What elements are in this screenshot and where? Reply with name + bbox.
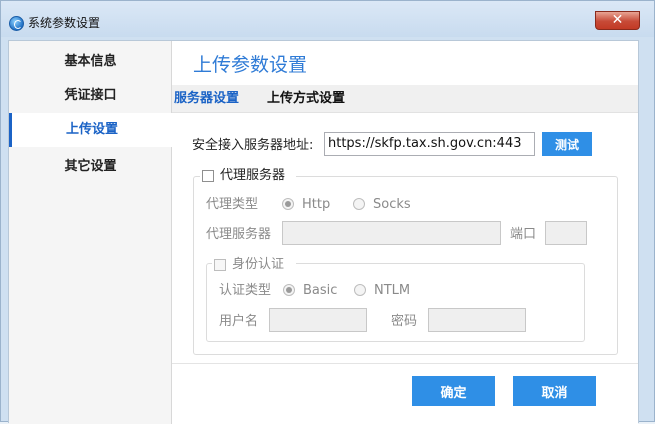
dialog-footer: 确定 取消 <box>172 363 638 424</box>
sidebar-item-voucher-interface[interactable]: 凭证接口 <box>9 79 172 113</box>
sidebar-item-other-settings[interactable]: 其它设置 <box>9 150 172 184</box>
window-title: 系统参数设置 <box>28 16 101 30</box>
auth-basic-label: Basic <box>303 283 338 298</box>
proxy-label: 代理服务器 <box>220 168 286 183</box>
server-address-input[interactable]: https://skfp.tax.sh.gov.cn:443 <box>324 132 535 156</box>
title-bar[interactable]: 系统参数设置 ✕ <box>1 1 654 37</box>
dialog-body: 基本信息 凭证接口 上传设置 其它设置 上传参数设置 服务器设置 上传方式设置 … <box>8 40 639 424</box>
proxy-socks-radio[interactable] <box>353 198 365 210</box>
proxy-http-label: Http <box>302 197 331 212</box>
proxy-server-input[interactable] <box>282 221 501 245</box>
test-button[interactable]: 测试 <box>542 132 592 156</box>
dialog-window: 系统参数设置 ✕ 基本信息 凭证接口 上传设置 其它设置 上传参数设置 服务器设… <box>0 0 655 424</box>
auth-basic-radio[interactable] <box>283 284 295 296</box>
password-label: 密码 <box>391 314 418 329</box>
auth-ntlm-label: NTLM <box>374 283 411 298</box>
server-address-label: 安全接入服务器地址: <box>192 138 314 153</box>
auth-group <box>206 263 585 342</box>
password-input[interactable] <box>428 308 526 332</box>
tab-server-settings[interactable]: 服务器设置 <box>174 90 239 108</box>
sidebar-item-basic-info[interactable]: 基本信息 <box>9 45 172 79</box>
auth-legend: 身份认证 <box>212 256 296 274</box>
username-input[interactable] <box>269 308 367 332</box>
sidebar: 基本信息 凭证接口 上传设置 其它设置 <box>9 41 172 424</box>
proxy-http-radio[interactable] <box>282 198 294 210</box>
username-label: 用户名 <box>219 314 259 329</box>
proxy-server-label: 代理服务器 <box>206 227 272 242</box>
tab-bar: 服务器设置 上传方式设置 <box>172 85 638 113</box>
app-icon <box>9 16 24 31</box>
main-panel: 上传参数设置 服务器设置 上传方式设置 安全接入服务器地址: https://s… <box>172 41 638 424</box>
proxy-socks-label: Socks <box>373 197 411 212</box>
auth-ntlm-radio[interactable] <box>354 284 366 296</box>
auth-checkbox[interactable] <box>214 259 226 271</box>
close-button[interactable]: ✕ <box>595 11 640 30</box>
cancel-button[interactable]: 取消 <box>513 376 596 406</box>
proxy-port-label: 端口 <box>510 227 537 242</box>
proxy-checkbox[interactable] <box>202 170 214 182</box>
proxy-port-input[interactable] <box>545 221 587 245</box>
close-icon: ✕ <box>611 12 624 28</box>
page-title: 上传参数设置 <box>193 54 308 76</box>
ok-button[interactable]: 确定 <box>412 376 495 406</box>
auth-label: 身份认证 <box>232 257 285 272</box>
proxy-legend: 代理服务器 <box>200 167 296 185</box>
sidebar-item-upload-settings[interactable]: 上传设置 <box>9 113 172 147</box>
tab-upload-method-settings[interactable]: 上传方式设置 <box>267 90 345 108</box>
proxy-type-label: 代理类型 <box>206 197 259 212</box>
auth-type-label: 认证类型 <box>219 283 272 298</box>
